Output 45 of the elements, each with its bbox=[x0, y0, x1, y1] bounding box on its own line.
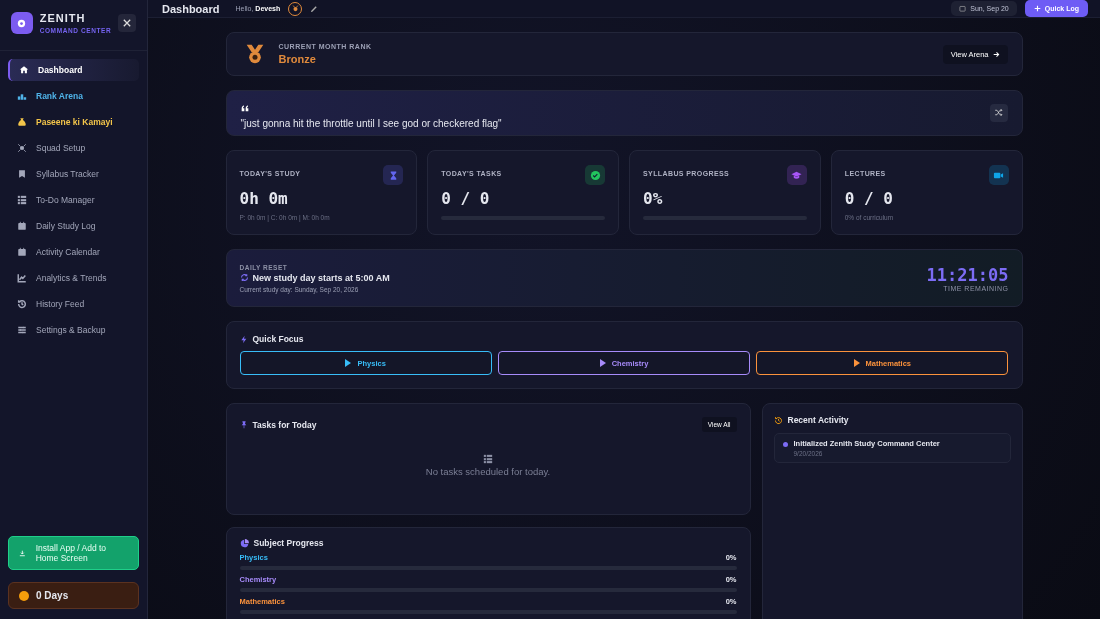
cap-icon bbox=[791, 169, 803, 181]
empty-message: No tasks scheduled for today. bbox=[425, 466, 551, 477]
section-title: Quick Focus bbox=[252, 334, 304, 344]
nav-item[interactable]: Paseene ki Kamayi bbox=[8, 111, 139, 133]
pie-icon bbox=[239, 538, 249, 548]
nav-item[interactable]: Analytics & Trends bbox=[8, 267, 139, 289]
history-icon bbox=[773, 415, 783, 425]
nav-item[interactable]: Daily Study Log bbox=[8, 215, 139, 237]
quote-text: "just gonna hit the throttle until I see god or checkered flag" bbox=[240, 117, 502, 129]
countdown-timer: 11:21:05 bbox=[926, 264, 1009, 285]
stat-value: 0% bbox=[643, 189, 664, 208]
section-title: Tasks for Today bbox=[252, 419, 317, 430]
close-icon bbox=[123, 19, 132, 27]
download-icon bbox=[19, 548, 26, 558]
shuffle-button[interactable] bbox=[989, 104, 1008, 122]
logo-icon bbox=[11, 12, 33, 34]
nav-item[interactable]: Settings & Backup bbox=[8, 319, 139, 341]
arrow-right-icon bbox=[992, 50, 1000, 58]
stat-value: 0h 0m bbox=[239, 189, 289, 208]
close-button[interactable] bbox=[118, 14, 136, 32]
stat-value: 0 / 0 bbox=[441, 189, 491, 208]
streak-badge: 0 Days bbox=[8, 582, 139, 609]
reset-title: New study day starts at 5:00 AM bbox=[252, 272, 390, 283]
section-title: Subject Progress bbox=[253, 538, 324, 548]
nav-item[interactable]: Squad Setup bbox=[8, 137, 139, 159]
brand-name: ZENITH bbox=[39, 12, 87, 24]
stat-value: 0 / 0 bbox=[844, 189, 894, 208]
page-title: Dashboard bbox=[162, 2, 220, 15]
nav-item[interactable]: Syllabus Tracker bbox=[8, 163, 139, 185]
nav-item[interactable]: History Feed bbox=[8, 293, 139, 315]
rank-value: Bronze bbox=[278, 53, 317, 65]
medal-icon bbox=[244, 43, 265, 65]
nav-item[interactable]: To-Do Manager bbox=[8, 189, 139, 211]
section-title: Recent Activity bbox=[787, 415, 849, 425]
quote-icon bbox=[240, 104, 249, 112]
nav-item[interactable]: Dashboard bbox=[8, 59, 139, 81]
calendar-icon bbox=[959, 5, 967, 12]
nav-item[interactable]: Rank Arena bbox=[8, 85, 139, 107]
nav-item[interactable]: Activity Calendar bbox=[8, 241, 139, 263]
edit-icon[interactable] bbox=[310, 4, 319, 13]
shuffle-icon bbox=[994, 107, 1003, 117]
list-icon bbox=[483, 454, 493, 464]
plus-icon bbox=[1033, 5, 1041, 12]
refresh-icon bbox=[239, 273, 249, 282]
lightning-icon bbox=[239, 334, 248, 344]
